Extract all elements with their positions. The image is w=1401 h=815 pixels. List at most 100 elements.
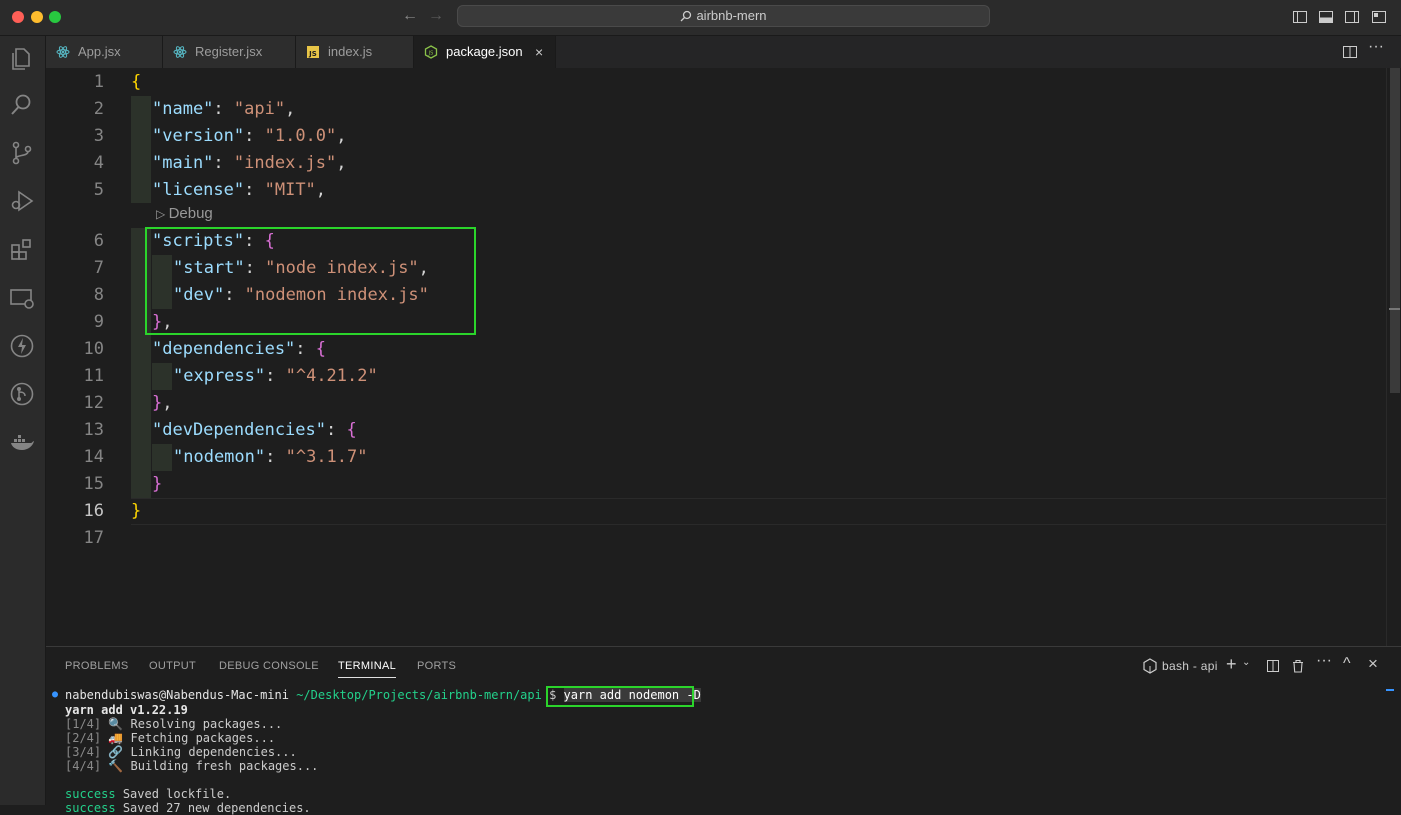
code-line: "name": "api", [152,99,296,119]
activity-bar [0,36,46,805]
line-number: 5 [93,180,104,200]
line-number-current: 16 [83,501,104,521]
search-icon [680,10,692,22]
tab-label: index.js [328,44,373,59]
tab-output[interactable]: OUTPUT [149,660,196,672]
line-number: 2 [93,99,104,119]
editor-scrollbar[interactable] [1386,68,1401,646]
line-number: 9 [93,312,104,332]
chevron-down-icon[interactable]: ⌄ [1242,657,1258,673]
code-line: } [152,474,163,494]
explorer-icon[interactable] [8,44,36,72]
line-number: 6 [93,231,104,251]
line-number: 1 [93,72,104,92]
gitlens-icon[interactable] [8,380,36,408]
tab-debug-console[interactable]: DEBUG CONSOLE [219,660,319,672]
close-tab-icon[interactable]: × [535,36,543,68]
extensions-icon[interactable] [8,235,36,263]
debug-codelens[interactable]: ▷ Debug [156,204,213,224]
terminal-icon [1143,658,1157,674]
maximize-window-button[interactable] [49,11,61,23]
tab-register-jsx[interactable]: Register.jsx [163,36,296,68]
code-line: "nodemon": "^3.1.7" [173,447,368,467]
line-number: 4 [93,153,104,173]
docker-icon[interactable] [8,429,36,457]
code-line: }, [152,393,173,413]
split-terminal-icon[interactable] [1265,658,1281,674]
split-editor-icon[interactable] [1342,44,1358,60]
terminal-line: [2/4] 🚚 Fetching packages... [65,731,276,745]
json-file-icon: JS [424,45,438,59]
play-icon: ▷ [156,207,169,221]
react-icon [56,46,70,58]
more-actions-icon[interactable]: ··· [1316,652,1332,669]
terminal-status-dot: ● [52,689,59,700]
search-icon[interactable] [8,91,36,119]
maximize-panel-icon[interactable]: ^ [1343,655,1359,672]
window-title: airbnb-mern [696,8,767,23]
minimize-window-button[interactable] [31,11,43,23]
thunder-client-icon[interactable] [8,332,36,360]
line-number: 10 [83,339,104,359]
bottom-panel: PROBLEMS OUTPUT DEBUG CONSOLE TERMINAL P… [46,646,1401,815]
terminal-line: success Saved lockfile. [65,787,232,801]
tab-terminal[interactable]: TERMINAL [338,660,396,672]
svg-text:JS: JS [308,50,317,58]
indent-guide [152,363,172,390]
source-control-icon[interactable] [8,139,36,167]
forward-arrow-icon[interactable]: → [428,7,444,25]
code-editor[interactable]: 1 2 3 4 5 6 7 8 9 10 11 12 13 14 15 16 1… [46,68,1401,646]
scripts-highlight-box [145,227,476,335]
tab-index-js[interactable]: JS index.js [296,36,414,68]
terminal-line: [4/4] 🔨 Building fresh packages... [65,759,319,773]
react-icon [173,46,187,58]
indent-guide [152,444,172,471]
toggle-primary-sidebar-icon[interactable] [1292,9,1308,25]
line-number: 7 [93,258,104,278]
line-number: 11 [83,366,104,386]
code-line: } [131,501,142,521]
terminal-line: [3/4] 🔗 Linking dependencies... [65,745,297,759]
remote-explorer-icon[interactable] [8,284,36,312]
code-line: "dependencies": { [152,339,327,359]
js-file-icon: JS [307,46,319,58]
close-panel-icon[interactable]: × [1368,654,1384,673]
tab-label: Register.jsx [195,44,263,59]
trash-icon[interactable] [1290,658,1306,674]
code-line: "main": "index.js", [152,153,347,173]
tab-problems[interactable]: PROBLEMS [65,660,129,672]
new-terminal-icon[interactable]: + [1226,654,1242,674]
command-center-search[interactable]: airbnb-mern [457,5,990,27]
run-and-debug-icon[interactable] [8,187,36,215]
toggle-panel-icon[interactable] [1318,9,1334,25]
tab-label: App.jsx [78,44,121,59]
code-line: "devDependencies": { [152,420,357,440]
line-number: 3 [93,126,104,146]
tab-ports[interactable]: PORTS [417,660,456,672]
terminal-line: [1/4] 🔍 Resolving packages... [65,717,283,731]
customize-layout-icon[interactable] [1371,9,1387,25]
line-number: 12 [83,393,104,413]
tab-label: package.json [446,44,523,59]
line-number: 13 [83,420,104,440]
current-line-highlight [131,498,1386,525]
overview-ruler-mark [1389,308,1400,310]
back-arrow-icon[interactable]: ← [402,7,418,25]
close-window-button[interactable] [12,11,24,23]
tab-package-json[interactable]: JS package.json × [414,36,556,68]
line-number: 15 [83,474,104,494]
terminal-line: success Saved 27 new dependencies. [65,801,311,815]
active-tab-indicator [338,677,396,678]
scrollbar-thumb[interactable] [1390,68,1400,393]
terminal-name[interactable]: bash - api [1162,659,1218,673]
code-line: "express": "^4.21.2" [173,366,378,386]
code-line: "license": "MIT", [152,180,327,200]
more-actions-icon[interactable]: ··· [1368,38,1384,55]
svg-text:JS: JS [428,51,434,57]
terminal-line: yarn add v1.22.19 [65,703,188,717]
tab-app-jsx[interactable]: App.jsx [46,36,163,68]
toggle-secondary-sidebar-icon[interactable] [1344,9,1360,25]
terminal-scroll-indicator [1386,689,1394,691]
title-bar: ← → airbnb-mern [0,0,1401,36]
code-line: { [131,72,142,92]
